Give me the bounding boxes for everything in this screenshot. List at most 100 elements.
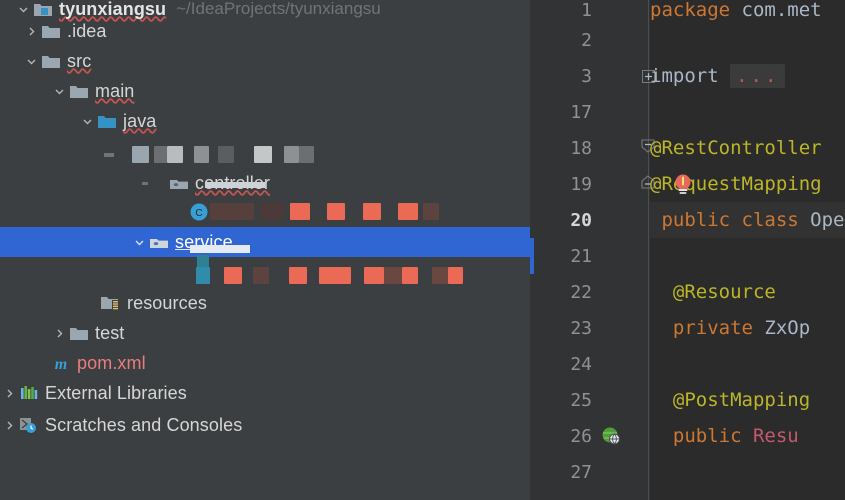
code-line[interactable]: import ... [650, 58, 845, 94]
gutter-row[interactable]: 20 [530, 202, 650, 238]
code-line[interactable]: private ZxOp [650, 310, 845, 346]
tree-label-external-libraries: External Libraries [40, 383, 187, 404]
redacted-class-label [210, 197, 510, 227]
web-endpoint-icon[interactable] [596, 426, 626, 446]
code-token: class [742, 209, 811, 231]
gutter-row[interactable]: 26 [530, 418, 650, 454]
package-icon-selected [148, 227, 170, 257]
gutter-row[interactable]: 19 [530, 166, 650, 202]
chevron-right-icon[interactable] [0, 410, 18, 440]
code-token: Resu [753, 425, 799, 447]
line-number: 26 [530, 426, 592, 447]
tree-row-class-redacted-2[interactable]: C [0, 197, 530, 227]
code-token: private [650, 317, 764, 339]
line-number: 21 [530, 246, 592, 267]
line-number: 19 [530, 174, 592, 195]
gutter-row[interactable]: 17 [530, 94, 650, 130]
java-class-icon: C [188, 197, 210, 227]
redaction-block [299, 146, 314, 163]
line-number: 2 [530, 30, 592, 51]
code-line[interactable] [650, 22, 845, 58]
redacted-arrow-dot [142, 182, 148, 185]
tree-row-src-folder[interactable]: src [0, 46, 530, 76]
external-libraries-icon [18, 378, 40, 408]
tree-label-src-folder: src [62, 51, 91, 72]
tree-row-resources-folder[interactable]: resources [0, 288, 530, 318]
code-line[interactable] [650, 238, 845, 274]
redaction-block [210, 203, 254, 220]
redaction-block [224, 267, 242, 284]
line-number: 1 [530, 0, 592, 21]
code-line[interactable] [650, 94, 845, 130]
tree-row-pom-xml-file[interactable]: m pom.xml [0, 348, 530, 378]
code-token: package [650, 0, 742, 21]
code-token: @PostMapping [650, 389, 810, 411]
tree-label-pom-xml-file: pom.xml [72, 353, 146, 374]
code-editor[interactable]: 1package com.met23import ...1718@RestCon… [530, 0, 845, 500]
code-line[interactable]: @RestController [650, 130, 845, 166]
chevron-down-icon[interactable] [78, 106, 96, 136]
package-icon [168, 168, 190, 198]
line-number: 25 [530, 390, 592, 411]
code-line[interactable]: public class Ope [650, 202, 845, 238]
gutter-row[interactable]: 18 [530, 130, 650, 166]
tree-label-java-source-folder: java [118, 111, 156, 132]
code-token: ... [730, 64, 785, 88]
code-token: Ope [810, 209, 844, 231]
redaction-block [290, 203, 310, 220]
gutter-row[interactable]: 24 [530, 346, 650, 382]
code-line[interactable] [650, 454, 845, 490]
redaction-block [254, 146, 272, 163]
gutter-row[interactable]: 23 [530, 310, 650, 346]
redaction-block [327, 203, 345, 220]
chevron-right-icon[interactable] [50, 318, 68, 348]
gutter-row[interactable]: 3 [530, 58, 650, 94]
intention-bulb-icon[interactable] [672, 173, 694, 195]
tree-row-service-package[interactable]: service [0, 227, 530, 257]
redaction-smudge [190, 245, 250, 253]
chevron-down-icon[interactable] [130, 227, 148, 257]
redaction-block [363, 203, 381, 220]
tree-row-java-source-folder[interactable]: java [0, 106, 530, 136]
code-line[interactable]: @Resource [650, 274, 845, 310]
tree-row-scratches-and-consoles[interactable]: Scratches and Consoles [0, 410, 530, 440]
redaction-block [398, 203, 418, 220]
code-token: ZxOp [764, 317, 810, 339]
redaction-block [319, 267, 351, 284]
redaction-block [402, 267, 418, 284]
line-number: 20 [530, 210, 592, 231]
gutter-row[interactable]: 27 [530, 454, 650, 490]
code-token: public [650, 425, 753, 447]
code-token: public [650, 209, 742, 231]
tree-row-idea-folder[interactable]: .idea [0, 16, 530, 46]
tree-row-test-folder[interactable]: test [0, 318, 530, 348]
gutter-row[interactable]: 2 [530, 22, 650, 58]
chevron-right-icon[interactable] [0, 378, 18, 408]
code-line[interactable] [650, 346, 845, 382]
redaction-block [448, 267, 463, 284]
gutter-row[interactable]: 21 [530, 238, 650, 274]
redaction-block [196, 267, 210, 284]
project-tool-window[interactable]: tyunxiangsu ~/IdeaProjects/tyunxiangsu .… [0, 0, 530, 500]
folder-icon [40, 16, 62, 46]
chevron-right-icon[interactable] [22, 16, 40, 46]
svg-text:C: C [195, 208, 202, 219]
interface-icon [197, 255, 209, 267]
tree-row-class-redacted-3[interactable] [0, 261, 530, 291]
tree-row-controller-package[interactable]: controller [0, 168, 530, 198]
gutter-row[interactable]: 25 [530, 382, 650, 418]
redaction-block [167, 146, 183, 163]
gutter-row[interactable]: 22 [530, 274, 650, 310]
tree-label-scratches-and-consoles: Scratches and Consoles [40, 415, 242, 436]
tree-row-external-libraries[interactable]: External Libraries [0, 378, 530, 408]
tree-row-package-redacted-1[interactable] [0, 140, 530, 170]
chevron-down-icon[interactable] [22, 46, 40, 76]
redaction-block [364, 267, 384, 284]
redaction-block [384, 267, 402, 284]
code-line[interactable]: @PostMapping [650, 382, 845, 418]
source-root-icon [96, 106, 118, 136]
line-number: 3 [530, 66, 592, 87]
chevron-down-icon[interactable] [50, 76, 68, 106]
tree-row-main-folder[interactable]: main [0, 76, 530, 106]
code-line[interactable]: public Resu [650, 418, 845, 454]
